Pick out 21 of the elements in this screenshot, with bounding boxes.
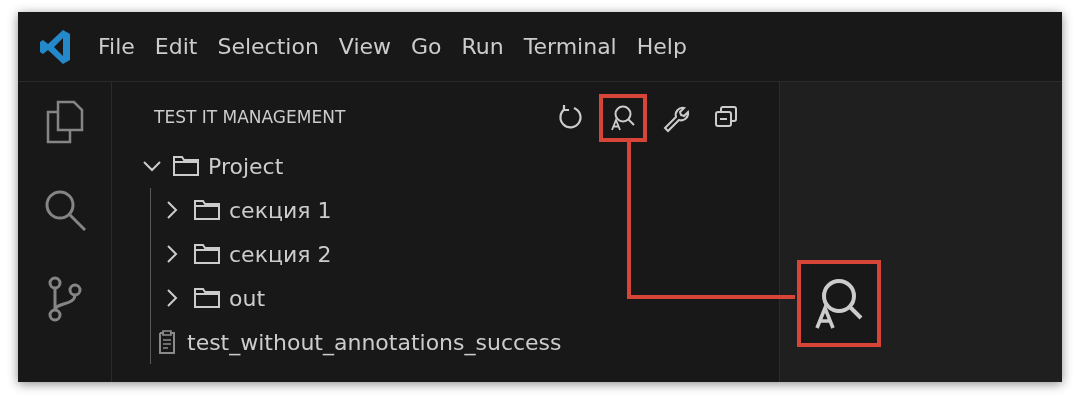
folder-icon xyxy=(193,241,221,267)
folder-icon xyxy=(193,285,221,311)
tree-item-label[interactable]: секция 1 xyxy=(229,193,332,227)
menu-item[interactable]: Run xyxy=(451,30,514,63)
tree-item-label[interactable]: test_without_annotations_success xyxy=(187,325,562,359)
tree-item-label[interactable]: секция 2 xyxy=(229,237,332,271)
branch-icon[interactable] xyxy=(46,276,83,322)
folder-icon xyxy=(172,153,200,179)
files-icon[interactable] xyxy=(45,100,84,144)
highlighted-toolbar-button[interactable] xyxy=(599,94,647,142)
sidebar-title: TEST IT MANAGEMENT xyxy=(154,106,347,130)
menu-item[interactable]: Selection xyxy=(207,30,329,63)
menu-item[interactable]: Edit xyxy=(144,30,208,63)
menu-item[interactable]: Terminal xyxy=(513,30,627,63)
menu-item[interactable]: Go xyxy=(401,30,452,63)
folder-icon xyxy=(193,197,221,223)
menu-item[interactable]: File xyxy=(88,30,145,63)
menu-item[interactable]: Help xyxy=(626,30,697,63)
menu-item[interactable]: View xyxy=(328,30,402,63)
tree-item-label[interactable]: Project xyxy=(208,149,284,183)
tree-item-label[interactable]: out xyxy=(229,281,266,315)
